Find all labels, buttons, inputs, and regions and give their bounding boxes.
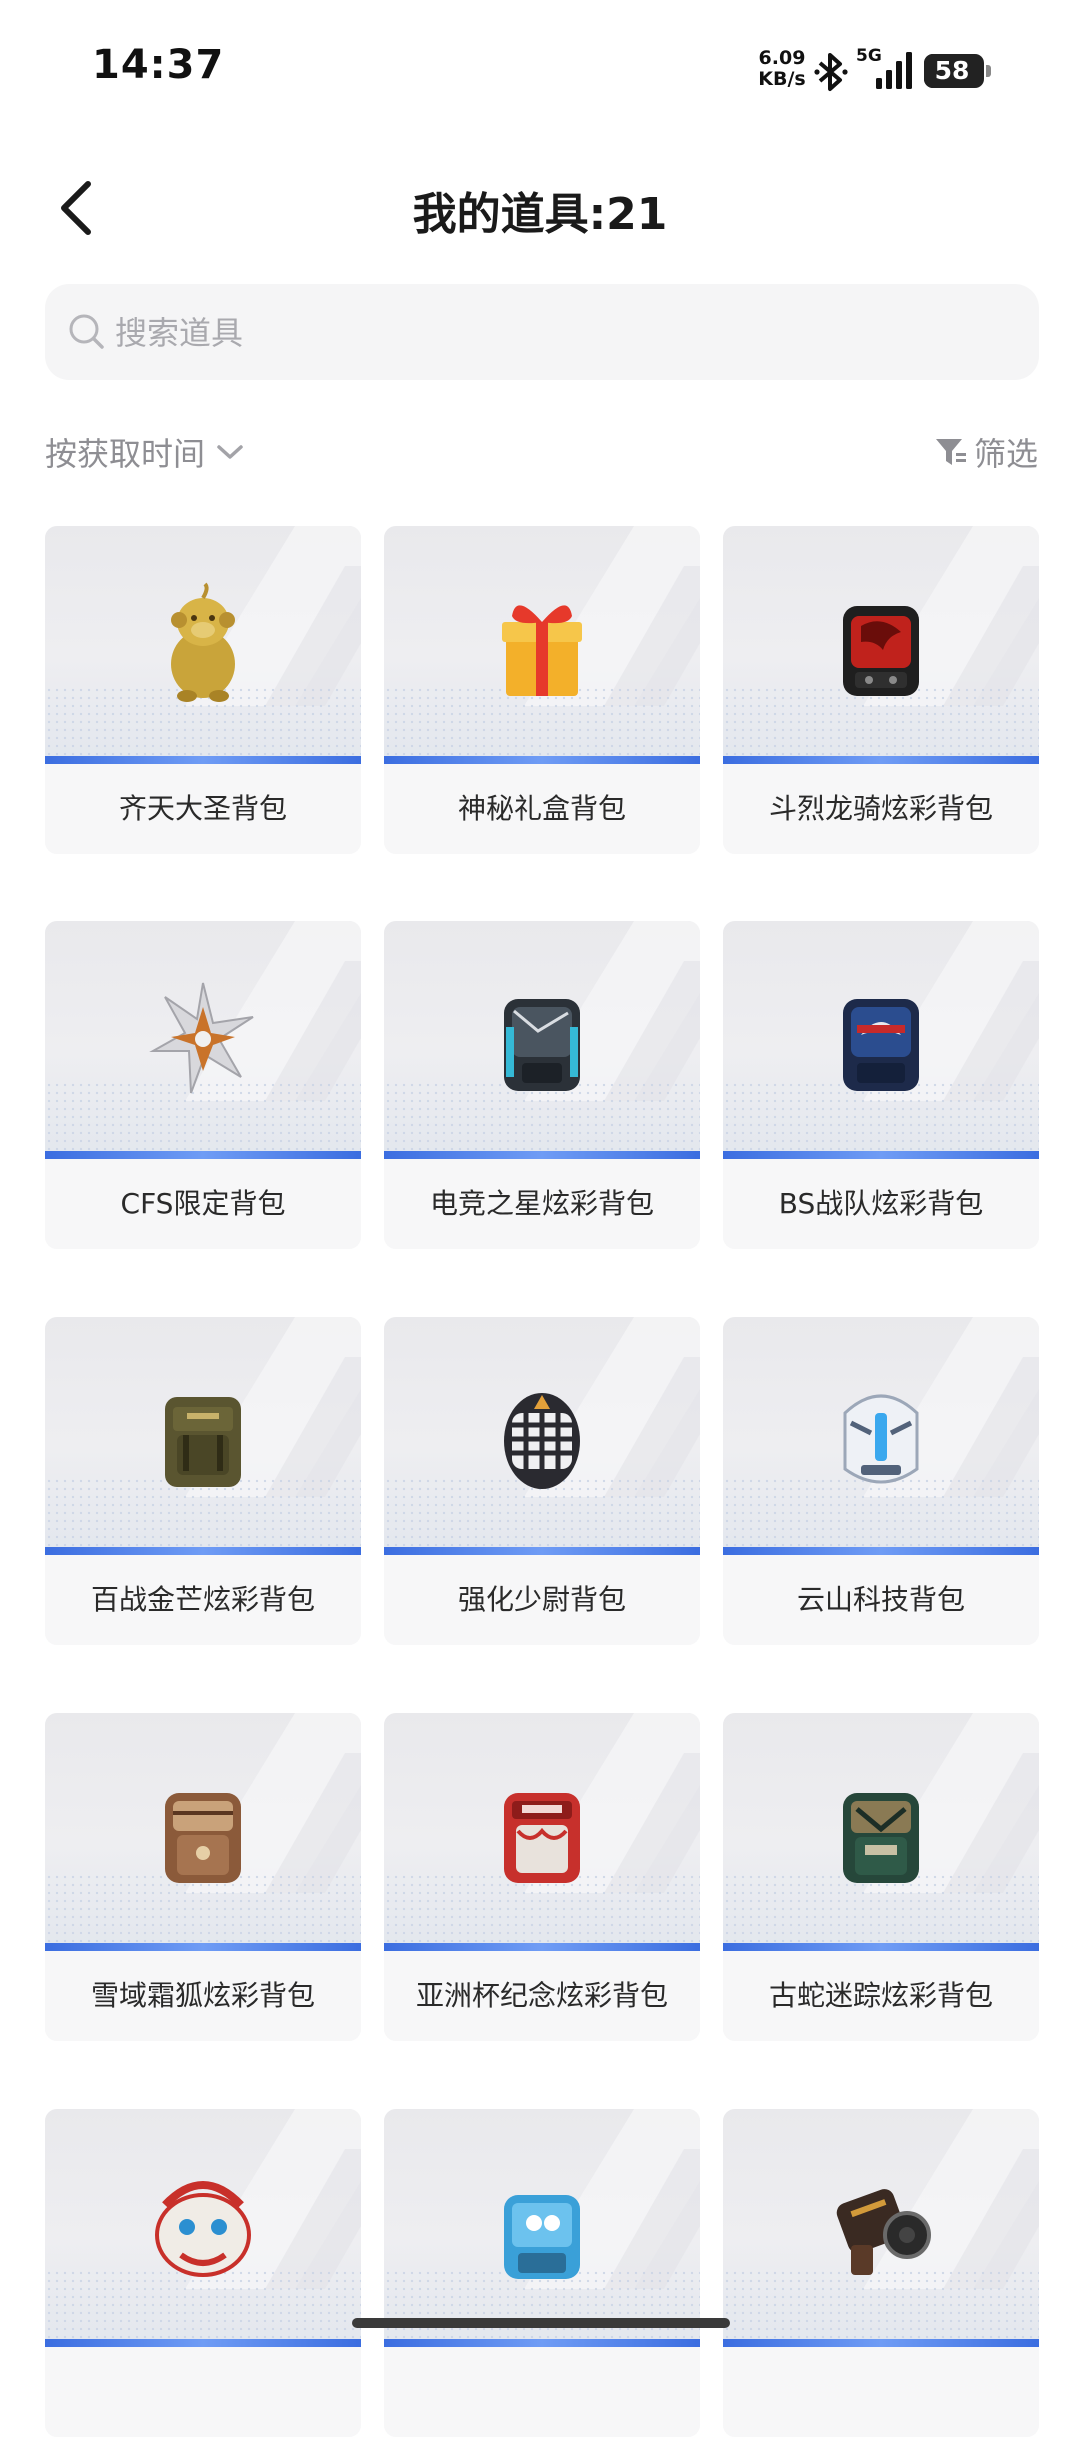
item-image [384, 526, 700, 764]
item-name: 强化少尉背包 [384, 1555, 700, 1645]
item-card[interactable] [45, 2109, 361, 2437]
page-title: 我的道具:21 [412, 189, 668, 240]
item-name: 百战金芒炫彩背包 [45, 1555, 361, 1645]
home-indicator[interactable] [352, 2318, 730, 2328]
brown-backpack-icon [165, 1793, 241, 1883]
status-time: 14:37 [92, 42, 225, 88]
item-image [723, 921, 1039, 1159]
item-name: CFS限定背包 [45, 1159, 361, 1249]
item-name [384, 2347, 700, 2437]
green-snake-backpack-icon [843, 1793, 919, 1883]
item-name: 云山科技背包 [723, 1555, 1039, 1645]
item-card[interactable]: 云山科技背包 [723, 1317, 1039, 1645]
plaid-backpack-icon [504, 1393, 580, 1489]
esports-backpack-icon [504, 999, 580, 1091]
sort-label: 按获取时间 [45, 435, 206, 473]
filter-icon [935, 439, 966, 465]
item-name [723, 2347, 1039, 2437]
item-card[interactable]: 百战金芒炫彩背包 [45, 1317, 361, 1645]
cannon-icon [836, 2189, 931, 2275]
battery-level: 58 [934, 56, 970, 85]
item-image [723, 1317, 1039, 1555]
item-name: BS战队炫彩背包 [723, 1159, 1039, 1249]
item-card[interactable] [723, 2109, 1039, 2437]
item-card[interactable]: 齐天大圣背包 [45, 526, 361, 854]
olive-backpack-icon [165, 1397, 241, 1487]
item-name [45, 2347, 361, 2437]
cellular-signal-icon: 5G [856, 46, 914, 92]
gift-box-icon [502, 605, 582, 696]
network-speed-value: 6.09 [758, 47, 806, 69]
asian-cup-backpack-icon [504, 1793, 580, 1883]
item-name: 亚洲杯纪念炫彩背包 [384, 1951, 700, 2041]
filter-button[interactable]: 筛选 [934, 430, 1038, 474]
silver-star-icon [149, 982, 254, 1094]
item-image [384, 1713, 700, 1951]
item-image [384, 1317, 700, 1555]
item-card[interactable]: 雪域霜狐炫彩背包 [45, 1713, 361, 2041]
blue-graffiti-backpack-icon [504, 2195, 580, 2279]
network-speed: 6.09 KB/s [758, 48, 806, 90]
lion-dance-icon [155, 2181, 251, 2277]
item-name: 齐天大圣背包 [45, 764, 361, 854]
item-image [45, 1317, 361, 1555]
battery-icon: 58 [924, 54, 991, 88]
item-image [723, 1713, 1039, 1951]
item-card[interactable] [384, 2109, 700, 2437]
search-input[interactable] [113, 306, 997, 360]
item-card[interactable]: 古蛇迷踪炫彩背包 [723, 1713, 1039, 2041]
item-card[interactable]: BS战队炫彩背包 [723, 921, 1039, 1249]
item-name: 斗烈龙骑炫彩背包 [723, 764, 1039, 854]
golden-monkey-icon [171, 582, 235, 702]
item-name: 神秘礼盒背包 [384, 764, 700, 854]
bluetooth-icon [814, 53, 848, 91]
item-card[interactable]: 神秘礼盒背包 [384, 526, 700, 854]
network-speed-unit: KB/s [758, 68, 806, 90]
red-dragon-backpack-icon [843, 606, 919, 696]
item-image [723, 2109, 1039, 2347]
chevron-down-icon [217, 445, 243, 459]
item-image [45, 921, 361, 1159]
filter-label: 筛选 [973, 435, 1038, 473]
item-card[interactable]: 斗烈龙骑炫彩背包 [723, 526, 1039, 854]
item-card[interactable]: CFS限定背包 [45, 921, 361, 1249]
item-image [45, 1713, 361, 1951]
item-card[interactable]: 强化少尉背包 [384, 1317, 700, 1645]
tech-helmet-backpack-icon [843, 1394, 919, 1484]
sort-dropdown[interactable]: 按获取时间 [45, 430, 245, 474]
item-image [384, 2109, 700, 2347]
item-name: 雪域霜狐炫彩背包 [45, 1951, 361, 2041]
item-name: 古蛇迷踪炫彩背包 [723, 1951, 1039, 2041]
search-bar[interactable] [45, 284, 1039, 380]
item-image [45, 526, 361, 764]
team-backpack-icon [843, 999, 919, 1091]
status-bar: 14:37 6.09 KB/s 5G 58 [0, 0, 1080, 130]
item-image [723, 526, 1039, 764]
search-icon [69, 314, 104, 349]
item-card[interactable]: 亚洲杯纪念炫彩背包 [384, 1713, 700, 2041]
item-name: 电竞之星炫彩背包 [384, 1159, 700, 1249]
item-image [384, 921, 700, 1159]
item-card[interactable]: 电竞之星炫彩背包 [384, 921, 700, 1249]
item-image [45, 2109, 361, 2347]
